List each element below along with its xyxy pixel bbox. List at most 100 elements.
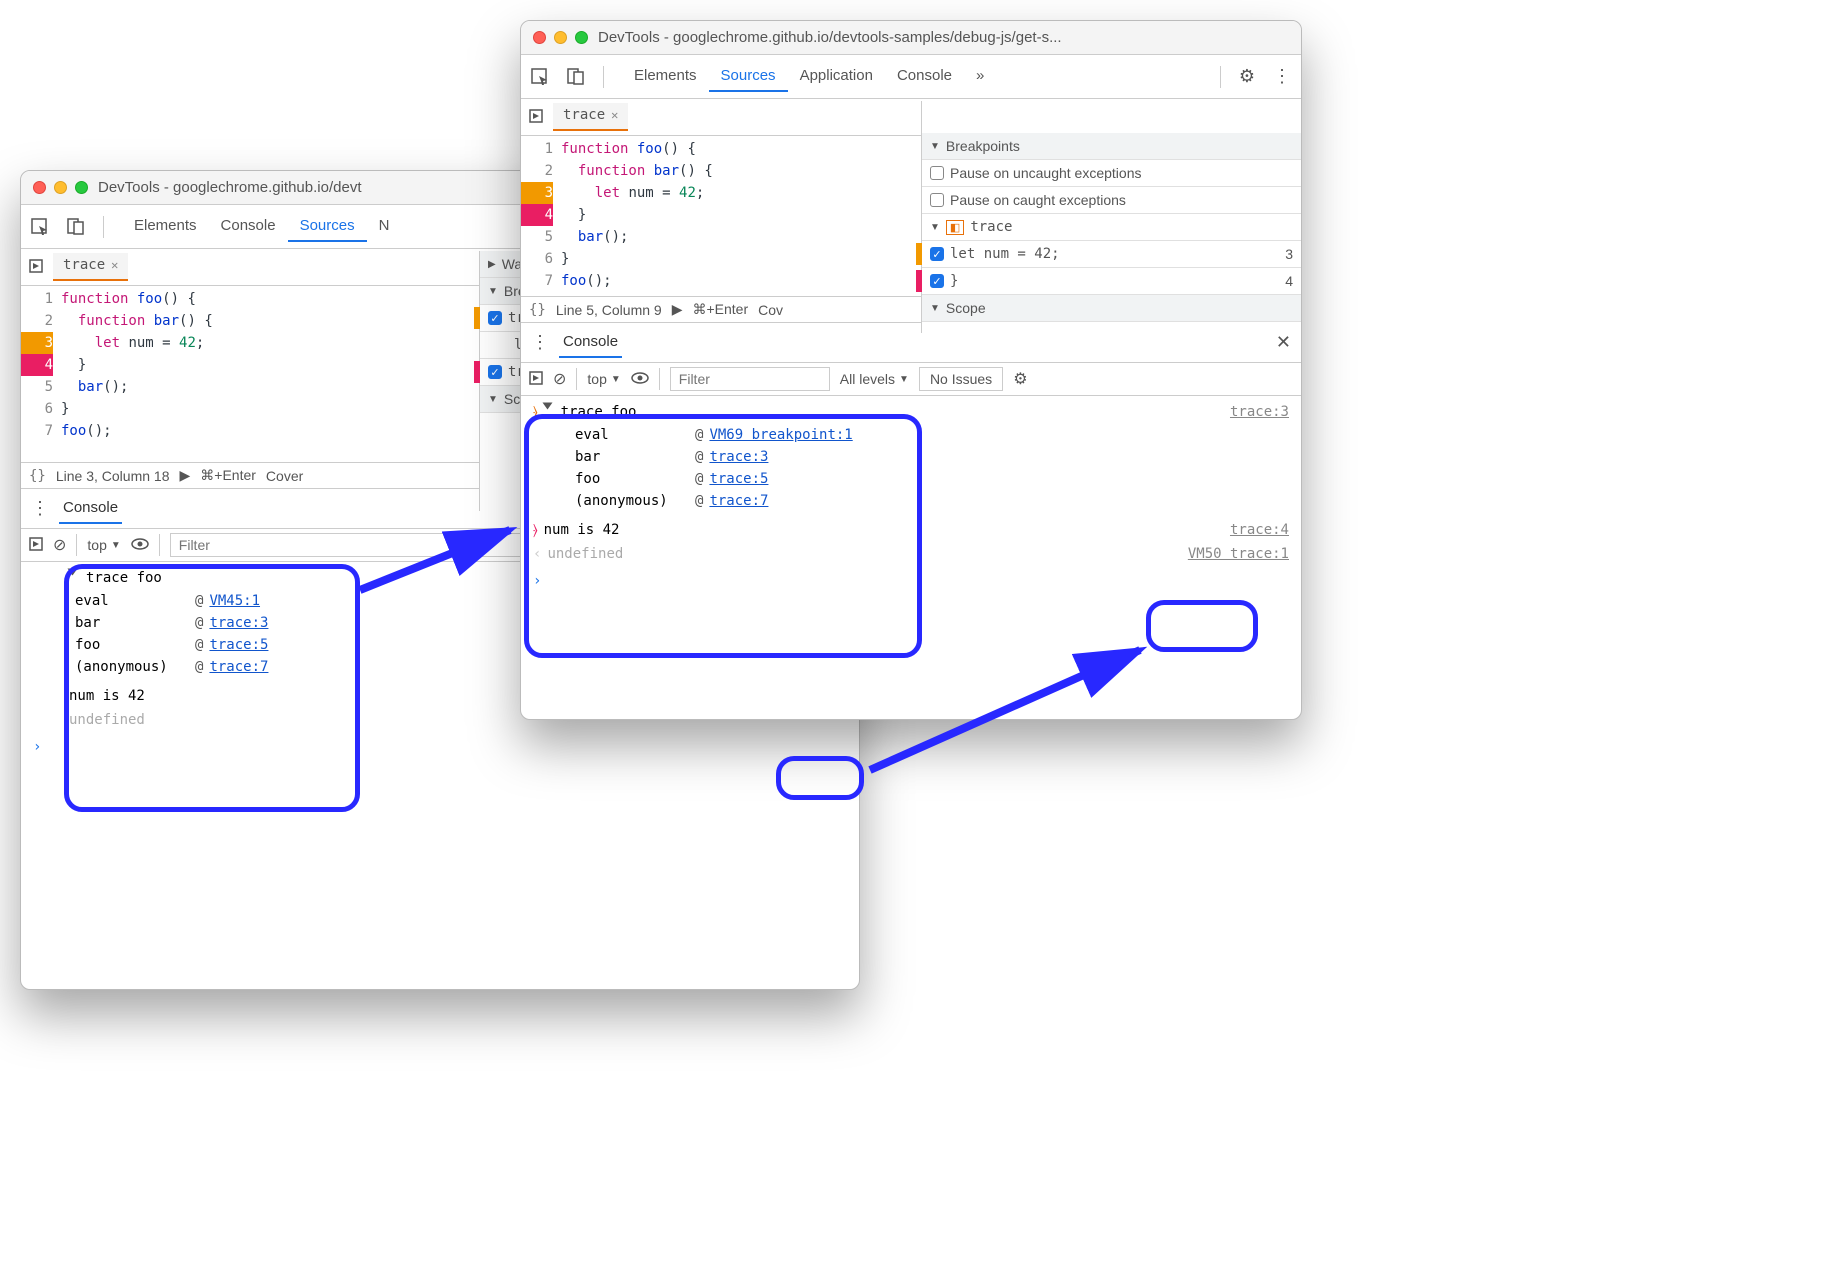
file-tab-trace[interactable]: trace ✕: [553, 103, 628, 131]
shortcut-hint: ⌘+Enter: [692, 301, 748, 318]
eye-icon[interactable]: [131, 537, 149, 553]
sidebar-toggle-icon[interactable]: [29, 537, 43, 554]
maximize-icon[interactable]: [575, 31, 588, 44]
pause-caught[interactable]: Pause on caught exceptions: [922, 187, 1301, 214]
inspect-icon[interactable]: [531, 68, 549, 86]
close-icon[interactable]: ✕: [111, 258, 118, 272]
disclosure-icon[interactable]: [68, 569, 78, 576]
frame-fn: eval: [75, 590, 195, 612]
breakpoints-label: Breakpoints: [946, 138, 1020, 154]
breakpoint-item[interactable]: ✓}4: [922, 268, 1301, 295]
checkbox-icon[interactable]: ✓: [488, 311, 502, 325]
checkbox-icon[interactable]: [930, 193, 944, 207]
checkbox-icon[interactable]: ✓: [930, 274, 944, 288]
stack-frame[interactable]: eval@VM69 breakpoint:1: [521, 424, 1301, 446]
line-number[interactable]: 5: [521, 226, 553, 248]
line-gutter: 1234567: [521, 136, 561, 296]
checkbox-icon[interactable]: [930, 166, 944, 180]
minimize-icon[interactable]: [554, 31, 567, 44]
close-icon[interactable]: ✕: [611, 108, 618, 122]
breakpoint-item[interactable]: ✓let num = 42;3: [922, 241, 1301, 268]
checkbox-icon[interactable]: ✓: [930, 247, 944, 261]
line-number[interactable]: 3: [21, 332, 53, 354]
line-number[interactable]: 7: [521, 270, 553, 292]
pause-uncaught[interactable]: Pause on uncaught exceptions: [922, 160, 1301, 187]
source-link[interactable]: VM50 trace:1: [1188, 543, 1289, 565]
maximize-icon[interactable]: [75, 181, 88, 194]
tab-console[interactable]: Console: [209, 211, 288, 242]
gear-icon[interactable]: ⚙: [1239, 66, 1255, 87]
inspect-icon[interactable]: [31, 218, 49, 236]
prompt-icon[interactable]: ›: [33, 736, 847, 758]
clear-icon[interactable]: ⊘: [53, 535, 66, 555]
tab-sources[interactable]: Sources: [288, 211, 367, 242]
line-number[interactable]: 6: [521, 248, 553, 270]
stack-frame[interactable]: bar@trace:3: [521, 446, 1301, 468]
device-icon[interactable]: [67, 218, 85, 236]
filter-input[interactable]: [670, 367, 830, 391]
kebab-icon[interactable]: ⋮: [531, 332, 549, 353]
pretty-print-icon[interactable]: {}: [529, 302, 546, 318]
close-icon[interactable]: [533, 31, 546, 44]
stack-frame[interactable]: foo@trace:5: [521, 468, 1301, 490]
line-number[interactable]: 5: [21, 376, 53, 398]
eye-icon[interactable]: [631, 371, 649, 387]
stack-frame[interactable]: (anonymous)@trace:7: [521, 490, 1301, 512]
kebab-icon[interactable]: ⋮: [31, 498, 49, 519]
line-number[interactable]: 7: [21, 420, 53, 442]
checkbox-icon[interactable]: ✓: [488, 365, 502, 379]
source-link[interactable]: trace:4: [1230, 519, 1289, 541]
close-icon[interactable]: [33, 181, 46, 194]
source-link[interactable]: VM69 breakpoint:1: [709, 424, 852, 446]
tab-console[interactable]: Console: [59, 493, 122, 524]
close-icon[interactable]: ✕: [1276, 332, 1291, 353]
line-number[interactable]: 4: [521, 204, 553, 226]
warn-arrow-icon: ⦒: [533, 401, 538, 423]
navigator-icon[interactable]: [29, 259, 43, 276]
source-link[interactable]: trace:3: [1230, 401, 1289, 423]
line-number[interactable]: 1: [521, 138, 553, 160]
kebab-icon[interactable]: ⋮: [1273, 66, 1291, 87]
source-link[interactable]: VM45:1: [209, 590, 260, 612]
navigator-icon[interactable]: [529, 109, 543, 126]
console-trace[interactable]: ⦒ trace foo trace:3: [521, 400, 1301, 424]
prompt-icon[interactable]: ›: [533, 570, 1289, 592]
minimize-icon[interactable]: [54, 181, 67, 194]
tab-next[interactable]: N: [367, 211, 402, 242]
tab-elements[interactable]: Elements: [122, 211, 209, 242]
tab-console[interactable]: Console: [559, 327, 622, 358]
clear-icon[interactable]: ⊘: [553, 369, 566, 389]
disclosure-icon[interactable]: [542, 403, 552, 410]
breakpoint-file[interactable]: ▼◧trace: [922, 214, 1301, 241]
context-select[interactable]: top ▼: [587, 371, 620, 387]
line-number[interactable]: 6: [21, 398, 53, 420]
device-icon[interactable]: [567, 68, 585, 86]
pretty-print-icon[interactable]: {}: [29, 468, 46, 484]
levels-select[interactable]: All levels ▼: [840, 371, 909, 387]
source-link[interactable]: trace:7: [709, 490, 768, 512]
source-link[interactable]: trace:5: [709, 468, 768, 490]
line-number[interactable]: 4: [21, 354, 53, 376]
levels-label: All levels: [840, 371, 895, 387]
context-select[interactable]: top ▼: [87, 537, 120, 553]
gear-icon[interactable]: ⚙: [1013, 369, 1027, 389]
scope-section[interactable]: ▼Scope: [922, 295, 1301, 322]
source-link[interactable]: trace:3: [709, 446, 768, 468]
line-number[interactable]: 3: [521, 182, 553, 204]
tabs-overflow-icon[interactable]: »: [964, 61, 996, 92]
line-number[interactable]: 1: [21, 288, 53, 310]
source-link[interactable]: trace:7: [209, 656, 268, 678]
breakpoints-section[interactable]: ▼Breakpoints: [922, 133, 1301, 160]
issues-button[interactable]: No Issues: [919, 367, 1003, 391]
file-tab-trace[interactable]: trace ✕: [53, 253, 128, 281]
source-link[interactable]: trace:5: [209, 634, 268, 656]
tab-application[interactable]: Application: [788, 61, 885, 92]
trace-header: trace foo: [561, 401, 637, 423]
line-number[interactable]: 2: [21, 310, 53, 332]
tab-console[interactable]: Console: [885, 61, 964, 92]
tab-sources[interactable]: Sources: [709, 61, 788, 92]
source-link[interactable]: trace:3: [209, 612, 268, 634]
line-number[interactable]: 2: [521, 160, 553, 182]
sidebar-toggle-icon[interactable]: [529, 371, 543, 388]
tab-elements[interactable]: Elements: [622, 61, 709, 92]
